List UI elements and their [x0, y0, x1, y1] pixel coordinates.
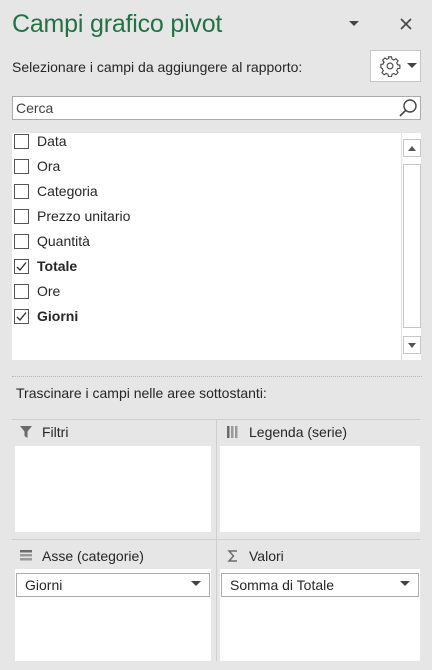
- section-divider: [12, 376, 422, 377]
- field-item-quantita[interactable]: Quantità: [14, 230, 90, 252]
- field-item-ore[interactable]: Ore: [14, 280, 60, 302]
- legend-area-label: Legenda (serie): [249, 424, 348, 440]
- area-separator: [216, 419, 217, 661]
- values-area-label: Valori: [249, 548, 284, 564]
- field-label: Ore: [37, 283, 61, 299]
- legend-drop-area[interactable]: [220, 446, 420, 532]
- arrow-up-icon: [408, 145, 416, 151]
- field-label: Quantità: [37, 233, 90, 249]
- field-item-giorni[interactable]: Giorni: [14, 305, 78, 327]
- scroll-up-button[interactable]: [403, 139, 421, 157]
- filters-area-label: Filtri: [42, 424, 69, 440]
- filters-area-header: Filtri: [18, 421, 68, 443]
- scrollbar-thumb[interactable]: [403, 164, 421, 328]
- field-label: Categoria: [37, 183, 98, 199]
- field-item-totale[interactable]: Totale: [14, 255, 77, 277]
- field-checkbox[interactable]: [14, 158, 29, 174]
- axis-field-value: Giorni: [25, 577, 63, 593]
- legend-area-header: Legenda (serie): [225, 421, 347, 443]
- field-list: Data Ora Categoria Prezzo unitario Quant…: [12, 133, 421, 360]
- checkmark-icon: [16, 311, 27, 321]
- field-list-scrollbar[interactable]: [401, 133, 421, 360]
- pane-title: Campi grafico pivot: [12, 10, 223, 38]
- field-item-ora[interactable]: Ora: [14, 155, 60, 177]
- search-box: [12, 96, 421, 120]
- axis-area-header: Asse (categorie): [18, 545, 144, 567]
- chevron-down-icon: [400, 581, 410, 586]
- rows-icon: [18, 548, 34, 564]
- pivot-chart-fields-pane: Campi grafico pivot Selezionare i campi …: [0, 0, 432, 670]
- values-area-header: Valori: [225, 545, 284, 567]
- chevron-down-icon: [349, 21, 359, 26]
- filters-drop-area[interactable]: [15, 446, 211, 532]
- sigma-icon: [225, 548, 241, 564]
- field-checkbox[interactable]: [14, 183, 29, 199]
- field-label: Data: [37, 133, 67, 149]
- values-field-value: Somma di Totale: [230, 577, 335, 593]
- field-checkbox[interactable]: [14, 283, 29, 299]
- axis-area-label: Asse (categorie): [42, 548, 144, 564]
- search-icon[interactable]: [397, 97, 419, 119]
- filter-icon: [18, 424, 34, 440]
- scroll-down-button[interactable]: [403, 336, 421, 354]
- field-checkbox-checked[interactable]: [14, 258, 29, 274]
- field-item-categoria[interactable]: Categoria: [14, 180, 98, 202]
- field-checkbox[interactable]: [14, 208, 29, 224]
- tools-settings-button[interactable]: [370, 50, 421, 82]
- values-field-dropdown[interactable]: Somma di Totale: [221, 573, 419, 597]
- close-icon: [400, 18, 412, 30]
- field-label: Ora: [37, 158, 61, 174]
- field-label: Totale: [37, 258, 78, 274]
- search-input[interactable]: [13, 97, 393, 119]
- field-label: Giorni: [37, 308, 79, 324]
- task-pane-options-button[interactable]: [344, 14, 364, 34]
- axis-field-dropdown[interactable]: Giorni: [16, 573, 210, 597]
- field-checkbox[interactable]: [14, 233, 29, 249]
- field-item-prezzo-unitario[interactable]: Prezzo unitario: [14, 205, 130, 227]
- checkmark-icon: [16, 261, 27, 271]
- arrow-down-icon: [408, 342, 416, 348]
- columns-icon: [225, 424, 241, 440]
- chevron-down-icon: [407, 63, 417, 68]
- close-button[interactable]: [396, 14, 416, 34]
- chevron-down-icon: [191, 581, 201, 586]
- instruction-text: Selezionare i campi da aggiungere al rap…: [12, 59, 303, 75]
- drag-hint-text: Trascinare i campi nelle aree sottostant…: [16, 385, 267, 401]
- gear-icon: [380, 56, 401, 77]
- field-label: Prezzo unitario: [37, 208, 131, 224]
- field-checkbox-checked[interactable]: [14, 308, 29, 324]
- field-item-data[interactable]: Data: [14, 133, 67, 152]
- field-checkbox[interactable]: [14, 133, 29, 149]
